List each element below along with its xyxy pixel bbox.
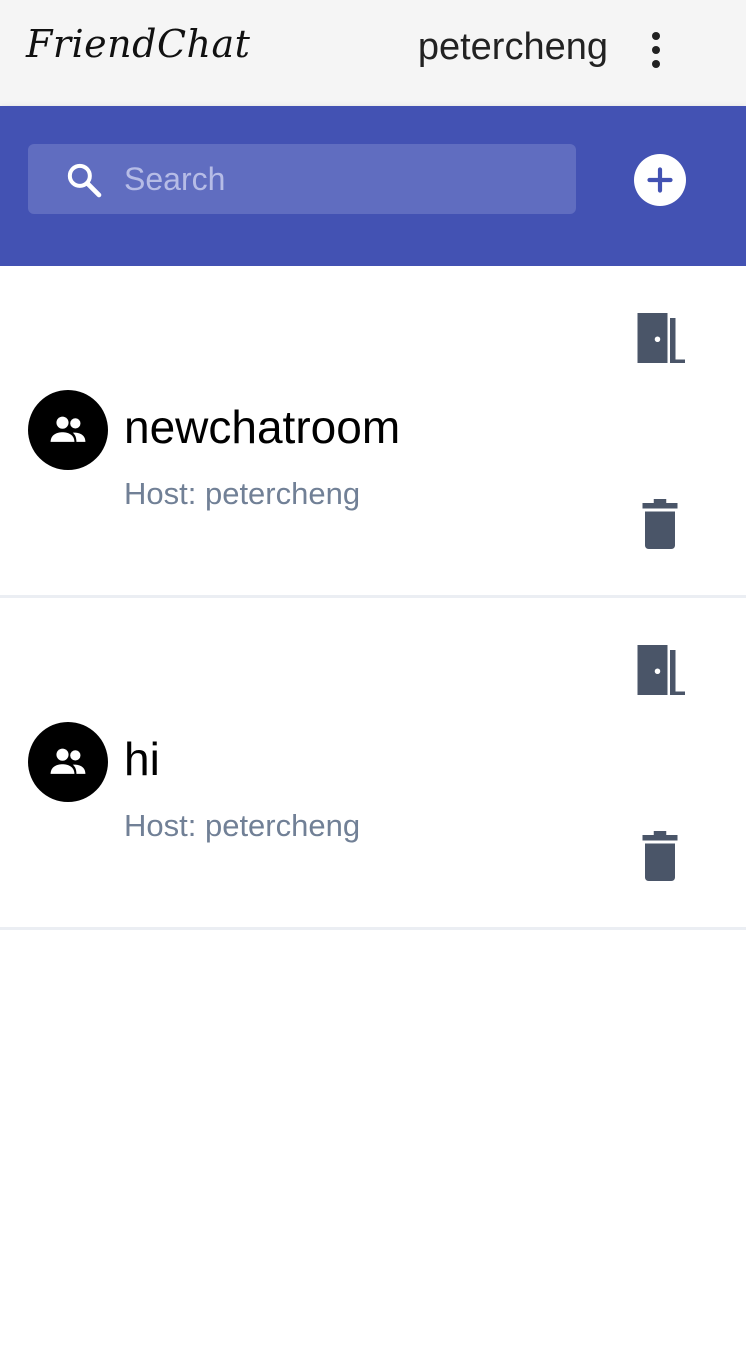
avatar: [28, 722, 108, 802]
search-input[interactable]: [124, 144, 564, 214]
door-icon[interactable]: [630, 640, 690, 700]
room-name: hi: [124, 733, 160, 785]
plus-icon: [647, 167, 673, 193]
avatar: [28, 390, 108, 470]
trash-icon[interactable]: [630, 494, 690, 554]
list-item[interactable]: hi Host: petercheng: [0, 598, 746, 930]
group-icon: [50, 416, 86, 442]
kebab-dot: [652, 32, 660, 40]
door-icon[interactable]: [630, 308, 690, 368]
app-title: FriendChat: [26, 22, 251, 66]
list-item[interactable]: newchatroom Host: petercheng: [0, 266, 746, 598]
group-icon: [50, 748, 86, 774]
trash-icon[interactable]: [630, 826, 690, 886]
current-username: petercheng: [417, 26, 608, 68]
more-menu-button[interactable]: [640, 28, 672, 72]
app-header: FriendChat petercheng: [0, 0, 746, 106]
room-name: newchatroom: [124, 401, 401, 453]
search-toolbar: [0, 106, 746, 266]
search-icon: [67, 163, 102, 198]
search-field[interactable]: [28, 144, 576, 214]
room-host: Host: petercheng: [124, 808, 361, 843]
kebab-dot: [652, 46, 660, 54]
room-host: Host: petercheng: [124, 476, 361, 511]
kebab-dot: [652, 60, 660, 68]
add-room-button[interactable]: [634, 154, 686, 206]
